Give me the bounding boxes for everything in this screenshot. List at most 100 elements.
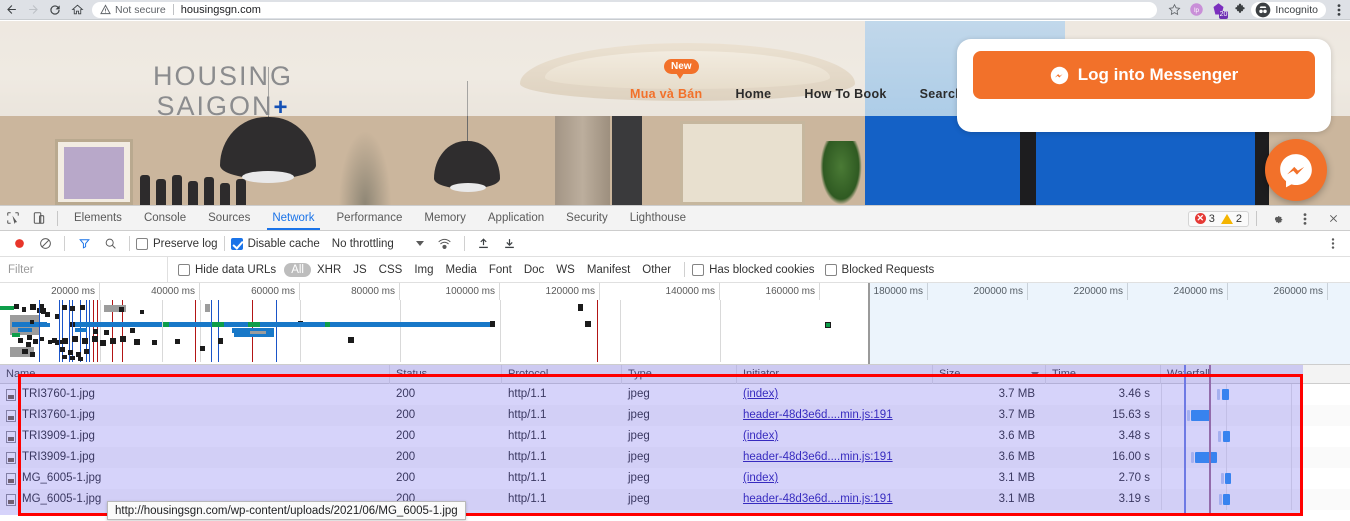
toggle-device-toolbar-icon[interactable] (26, 206, 52, 231)
security-indicator[interactable]: Not secure (100, 4, 166, 16)
cell-initiator[interactable]: header-48d3e6d....min.js:191 (737, 405, 933, 426)
filter-type-media[interactable]: Media (440, 263, 483, 277)
filter-type-all[interactable]: All (284, 262, 311, 277)
tab-lighthouse[interactable]: Lighthouse (619, 206, 697, 230)
cell-initiator[interactable]: header-48d3e6d....min.js:191 (737, 447, 933, 468)
filter-funnel-icon[interactable] (71, 231, 97, 257)
cell-name[interactable]: TRI3909-1.jpg (0, 426, 390, 447)
initiator-link[interactable]: header-48d3e6d....min.js:191 (743, 409, 893, 421)
column-header-type[interactable]: Type (622, 364, 737, 384)
column-header-initiator[interactable]: Initiator (737, 364, 933, 384)
clear-no-entry-icon[interactable] (32, 231, 58, 257)
tab-security[interactable]: Security (555, 206, 619, 230)
back-arrow-icon[interactable] (0, 0, 22, 20)
warning-count[interactable]: 2 (1220, 213, 1242, 225)
address-bar[interactable]: Not secure housingsgn.com (92, 1, 1158, 18)
filter-type-manifest[interactable]: Manifest (581, 263, 636, 277)
tab-elements[interactable]: Elements (63, 206, 133, 230)
initiator-link[interactable]: (index) (743, 472, 778, 484)
forward-arrow-icon[interactable] (22, 0, 44, 20)
tab-performance[interactable]: Performance (326, 206, 414, 230)
column-header-time[interactable]: Time (1046, 364, 1161, 384)
cell-name[interactable]: TRI3760-1.jpg (0, 384, 390, 405)
issue-counts[interactable]: ✕ 3 2 (1187, 210, 1249, 227)
close-icon[interactable] (1320, 206, 1346, 231)
overview-selection-window[interactable] (868, 283, 1350, 364)
column-header-waterfall[interactable]: Waterfall (1161, 365, 1350, 384)
network-conditions-icon[interactable] (432, 231, 458, 257)
site-logo[interactable]: HOUSING SAIGON+ (118, 61, 328, 123)
tab-memory[interactable]: Memory (413, 206, 477, 230)
table-row[interactable]: TRI3760-1.jpg 200 http/1.1 jpeg header-4… (0, 405, 1350, 426)
reload-icon[interactable] (44, 0, 66, 20)
filter-type-xhr[interactable]: XHR (311, 263, 347, 277)
filter-type-font[interactable]: Font (483, 263, 518, 277)
more-options-icon[interactable] (1320, 231, 1346, 257)
initiator-link[interactable]: (index) (743, 388, 778, 400)
table-row[interactable]: TRI3909-1.jpg 200 http/1.1 jpeg (index) … (0, 426, 1350, 447)
three-dot-menu-icon[interactable] (1328, 0, 1350, 20)
nav-link-mua-va-ban[interactable]: Mua và Bán (630, 87, 702, 101)
tab-application[interactable]: Application (477, 206, 555, 230)
cell-name[interactable]: MG_6005-1.jpg (0, 468, 390, 489)
throttling-dropdown[interactable]: No throttling (332, 238, 424, 250)
tab-network[interactable]: Network (261, 206, 325, 230)
incognito-indicator[interactable]: Incognito (1251, 1, 1326, 18)
cell-initiator[interactable]: (index) (737, 384, 933, 405)
profile-extension-icon[interactable]: lp (1185, 0, 1207, 20)
table-row[interactable]: MG_6005-1.jpg 200 http/1.1 jpeg (index) … (0, 468, 1350, 489)
preserve-log-box[interactable] (136, 237, 148, 250)
messenger-floating-button[interactable] (1265, 139, 1327, 201)
error-count[interactable]: ✕ 3 (1194, 213, 1215, 225)
disable-cache-checkbox[interactable]: Disable cache (230, 237, 320, 250)
table-row[interactable]: TRI3760-1.jpg 200 http/1.1 jpeg (index) … (0, 384, 1350, 405)
has-blocked-cookies-box[interactable] (692, 263, 705, 276)
cell-initiator[interactable]: header-48d3e6d....min.js:191 (737, 489, 933, 510)
three-dot-menu-icon[interactable] (1292, 206, 1318, 231)
column-header-size[interactable]: Size (933, 364, 1046, 384)
filter-type-doc[interactable]: Doc (518, 263, 550, 277)
column-header-name[interactable]: Name (0, 364, 390, 384)
log-into-messenger-button[interactable]: Log into Messenger (973, 51, 1315, 99)
puzzle-extensions-icon[interactable] (1229, 0, 1251, 20)
purple-extension-icon[interactable]: 20 (1207, 0, 1229, 20)
initiator-link[interactable]: (index) (743, 430, 778, 442)
cell-name[interactable]: TRI3760-1.jpg (0, 405, 390, 426)
column-header-status[interactable]: Status (390, 364, 502, 384)
filter-type-other[interactable]: Other (636, 263, 677, 277)
home-icon[interactable] (66, 0, 88, 20)
filter-input[interactable]: Filter (0, 256, 168, 283)
cell-initiator[interactable]: (index) (737, 468, 933, 489)
preserve-log-checkbox[interactable]: Preserve log (136, 237, 218, 250)
disable-cache-box[interactable] (230, 237, 243, 250)
filter-type-js[interactable]: JS (347, 263, 372, 277)
cell-name[interactable]: TRI3909-1.jpg (0, 447, 390, 468)
blocked-requests-box[interactable] (824, 263, 837, 276)
search-icon[interactable] (97, 231, 123, 257)
filter-type-ws[interactable]: WS (550, 263, 581, 277)
network-overview-timeline[interactable]: 20000 ms 40000 ms 60000 ms 80000 ms 1000… (0, 283, 1350, 365)
cell-initiator[interactable]: (index) (737, 426, 933, 447)
hide-data-urls-box[interactable] (178, 263, 190, 276)
column-header-protocol[interactable]: Protocol (502, 364, 622, 384)
table-row[interactable]: TRI3909-1.jpg 200 http/1.1 jpeg header-4… (0, 447, 1350, 468)
tab-console[interactable]: Console (133, 206, 197, 230)
filter-type-css[interactable]: CSS (373, 263, 409, 277)
cell-status: 200 (396, 409, 416, 421)
has-blocked-cookies-checkbox[interactable]: Has blocked cookies (692, 263, 815, 276)
import-har-icon[interactable] (471, 231, 497, 257)
record-stop-icon[interactable] (6, 231, 32, 257)
tab-sources[interactable]: Sources (197, 206, 261, 230)
initiator-link[interactable]: header-48d3e6d....min.js:191 (743, 493, 893, 505)
gear-icon[interactable] (1264, 206, 1290, 231)
filter-type-img[interactable]: Img (408, 263, 439, 277)
logo-plus: + (273, 94, 290, 121)
nav-link-how-to-book[interactable]: How To Book (804, 87, 886, 101)
inspect-element-icon[interactable] (0, 206, 26, 231)
initiator-link[interactable]: header-48d3e6d....min.js:191 (743, 451, 893, 463)
bookmark-star-icon[interactable] (1163, 0, 1185, 20)
hide-data-urls-checkbox[interactable]: Hide data URLs (178, 263, 276, 276)
export-har-icon[interactable] (497, 231, 523, 257)
nav-link-home[interactable]: Home (735, 87, 771, 101)
blocked-requests-checkbox[interactable]: Blocked Requests (824, 263, 934, 276)
